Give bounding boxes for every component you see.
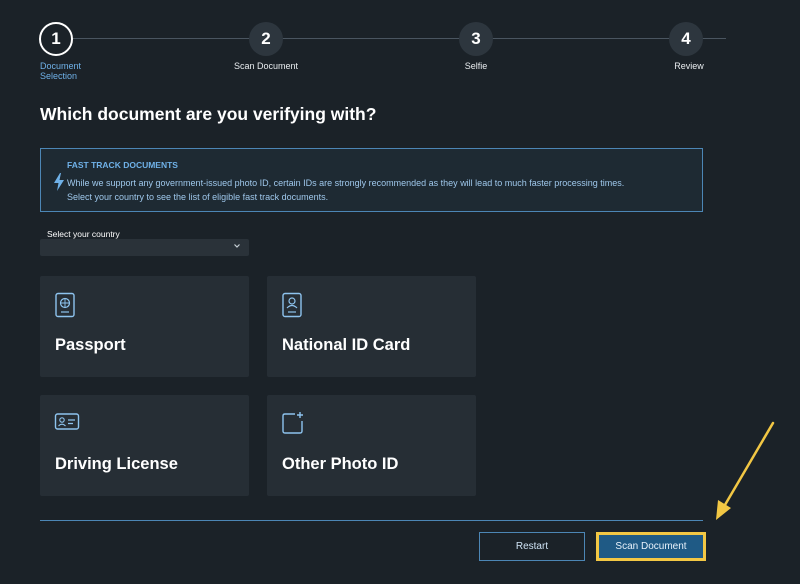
national-id-icon — [282, 292, 302, 318]
step-1: 1 — [39, 22, 73, 56]
chevron-down-icon — [234, 244, 240, 248]
stepper-line — [72, 38, 726, 39]
step-2-label: Scan Document — [233, 61, 299, 71]
document-card-national-id[interactable]: National ID Card — [267, 276, 476, 377]
step-4: 4 — [669, 22, 703, 56]
country-select-label: Select your country — [47, 229, 120, 239]
info-title: FAST TRACK DOCUMENTS — [67, 160, 178, 170]
country-select[interactable] — [40, 239, 249, 256]
info-text-line-1: While we support any government-issued p… — [67, 178, 625, 188]
lightning-icon — [54, 173, 64, 191]
progress-stepper: 1 Document Selection 2 Scan Document 3 S… — [0, 0, 800, 90]
document-card-passport[interactable]: Passport — [40, 276, 249, 377]
step-4-number: 4 — [681, 29, 691, 48]
document-label-driving-license: Driving License — [55, 455, 178, 473]
step-2-number: 2 — [261, 29, 271, 48]
footer-divider — [40, 520, 703, 521]
step-2: 2 — [249, 22, 283, 56]
step-1-label: Document Selection — [40, 61, 82, 81]
passport-icon — [55, 292, 75, 318]
scan-document-button[interactable]: Scan Document — [596, 532, 706, 561]
document-label-passport: Passport — [55, 336, 126, 354]
document-card-other-photo-id[interactable]: Other Photo ID — [267, 395, 476, 496]
info-text: While we support any government-issued p… — [67, 176, 697, 204]
info-text-line-2: Select your country to see the list of e… — [67, 192, 329, 202]
document-label-national-id: National ID Card — [282, 336, 411, 354]
driving-license-icon — [54, 413, 80, 430]
restart-button[interactable]: Restart — [479, 532, 585, 561]
step-3-label: Selfie — [464, 61, 488, 71]
document-card-driving-license[interactable]: Driving License — [40, 395, 249, 496]
document-label-other-photo-id: Other Photo ID — [282, 455, 399, 473]
step-3: 3 — [459, 22, 493, 56]
step-1-number: 1 — [51, 29, 61, 48]
fast-track-info-box: FAST TRACK DOCUMENTS While we support an… — [40, 148, 703, 212]
page-title: Which document are you verifying with? — [40, 104, 377, 124]
step-4-label: Review — [674, 61, 704, 71]
add-photo-id-icon — [282, 412, 303, 434]
highlight-arrow-icon — [716, 421, 775, 520]
step-3-number: 3 — [471, 29, 481, 48]
